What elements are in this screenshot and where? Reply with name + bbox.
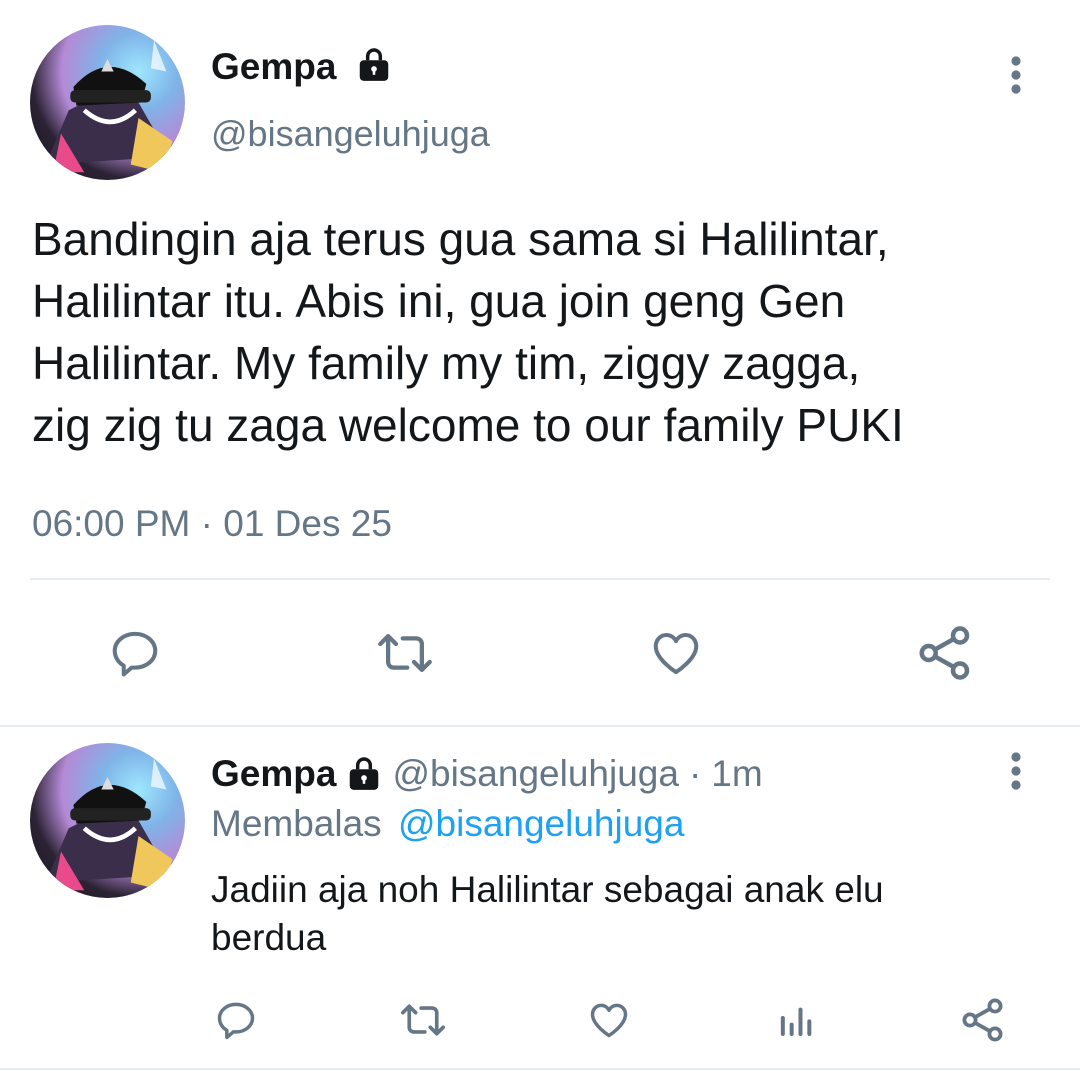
reply-icon[interactable] [104, 624, 166, 682]
tweet-text-line: Halilintar itu. Abis ini, gua join geng … [32, 275, 846, 327]
reply-header: Gempa @bisangeluhjuga · 1m [211, 751, 763, 797]
avatar-illustration [45, 758, 173, 891]
retweet-icon[interactable] [396, 997, 450, 1043]
reply-text-line: Jadiin aja noh Halilintar sebagai anak e… [211, 869, 884, 910]
replying-label: Membalas [211, 803, 382, 844]
like-icon[interactable] [584, 997, 634, 1043]
share-icon[interactable] [912, 622, 978, 684]
tweet-timestamp[interactable]: 06:00 PM · 01 Des 25 [32, 502, 392, 546]
share-icon[interactable] [958, 995, 1008, 1045]
reply-time[interactable]: 1m [711, 751, 762, 797]
divider [30, 578, 1050, 580]
avatar[interactable] [30, 743, 185, 898]
tweet-text-line: Halilintar. My family my tim, ziggy zagg… [32, 337, 861, 389]
tweet-text-line: Bandingin aja terus gua sama si Halilint… [32, 213, 889, 265]
more-vertical-icon[interactable] [998, 749, 1034, 793]
reply-text-line: berdua [211, 917, 327, 958]
retweet-icon[interactable] [370, 624, 440, 682]
reply-text: Jadiin aja noh Halilintar sebagai anak e… [211, 866, 884, 962]
divider [0, 725, 1080, 727]
lock-icon [354, 46, 394, 84]
author-name[interactable]: Gempa [211, 45, 336, 89]
replying-to-handle[interactable]: @bisangeluhjuga [398, 803, 685, 844]
more-vertical-icon[interactable] [998, 53, 1034, 97]
author-handle[interactable]: @bisangeluhjuga [392, 751, 679, 797]
analytics-icon[interactable] [772, 999, 818, 1043]
author-handle[interactable]: @bisangeluhjuga [211, 112, 490, 156]
reply-icon[interactable] [212, 997, 260, 1043]
replying-to: Membalas @bisangeluhjuga [211, 801, 684, 847]
divider [0, 1068, 1080, 1070]
like-icon[interactable] [645, 624, 707, 682]
lock-icon [344, 755, 384, 793]
tweet-text: Bandingin aja terus gua sama si Halilint… [32, 208, 904, 456]
meta-separator: · [688, 753, 702, 794]
avatar[interactable] [30, 25, 185, 180]
avatar-illustration [45, 40, 173, 173]
author-name[interactable]: Gempa [211, 751, 336, 797]
tweet-text-line: zig zig tu zaga welcome to our family PU… [32, 399, 904, 451]
